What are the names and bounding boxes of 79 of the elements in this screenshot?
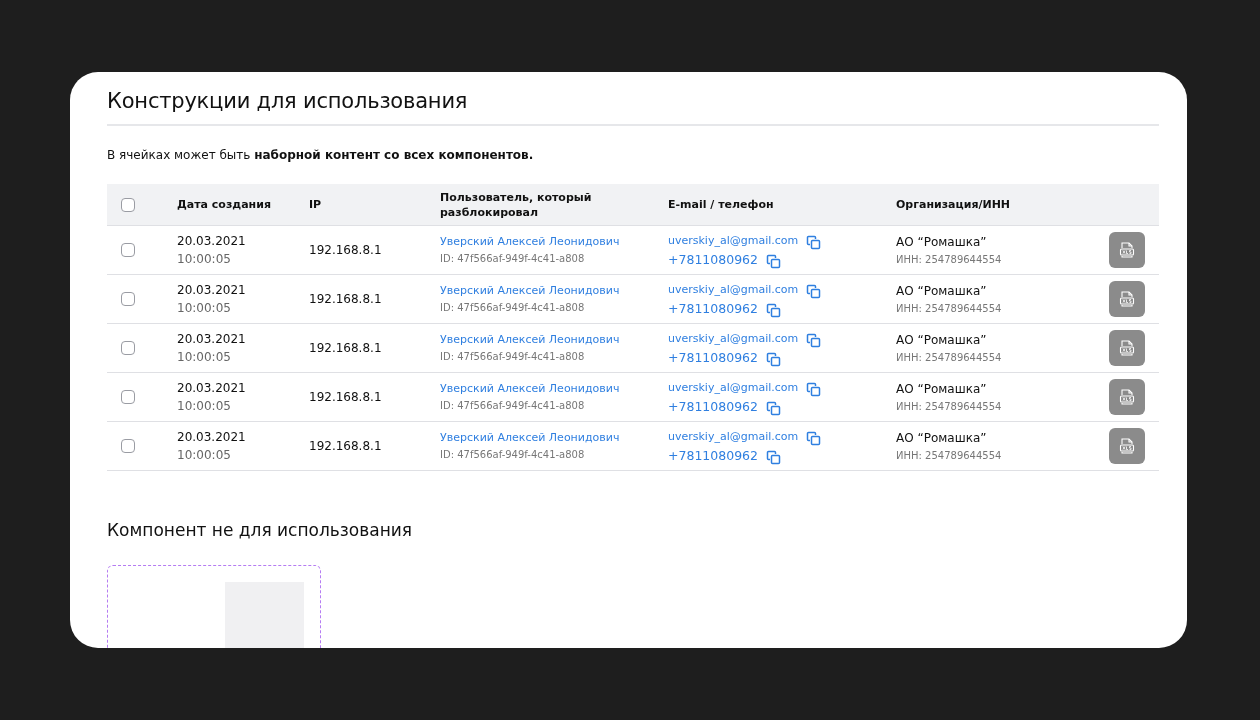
section-title: Компонент не для использования	[107, 519, 414, 541]
inn-text: ИНН: 254789644554	[896, 301, 1002, 316]
export-xls-button[interactable]	[1109, 379, 1145, 415]
copy-icon[interactable]	[806, 332, 822, 348]
column-header: Пользователь, который разблокировал	[440, 189, 593, 220]
checkbox[interactable]	[121, 439, 135, 453]
time-text: 10:00:05	[177, 299, 231, 317]
user-id-text: ID: 47f566af-949f-4c41-a808	[440, 252, 585, 266]
email-link[interactable]: uverskiy_al@gmail.com	[668, 330, 799, 347]
xls-file-icon	[1118, 339, 1136, 357]
checkbox[interactable]	[121, 197, 135, 212]
email-link[interactable]: uverskiy_al@gmail.com	[668, 428, 799, 445]
xls-file-icon	[1118, 290, 1136, 308]
phone-link[interactable]: +7811080962	[668, 251, 758, 268]
phone-link[interactable]: +7811080962	[668, 349, 758, 366]
time-text: 10:00:05	[177, 446, 231, 464]
time-text: 10:00:05	[177, 348, 231, 366]
ip-text: 192.168.8.1	[309, 290, 382, 308]
inn-text: ИНН: 254789644554	[896, 399, 1002, 414]
inn-text: ИНН: 254789644554	[896, 448, 1002, 463]
column-header: E-mail / телефон	[668, 197, 774, 212]
email-link[interactable]: uverskiy_al@gmail.com	[668, 281, 799, 298]
export-xls-button[interactable]	[1109, 330, 1145, 366]
user-link[interactable]: Уверский Алексей Леонидович	[440, 283, 620, 299]
ip-text: 192.168.8.1	[309, 437, 382, 455]
date-text: 20.03.2021	[177, 428, 246, 446]
date-text: 20.03.2021	[177, 379, 246, 397]
time-text: 10:00:05	[177, 397, 231, 415]
organization-text: АО “Ромашка”	[896, 380, 987, 398]
column-header: Дата создания	[177, 197, 271, 212]
copy-icon[interactable]	[766, 351, 781, 367]
column-header: IP	[309, 197, 322, 212]
organization-text: АО “Ромашка”	[896, 233, 987, 251]
user-id-text: ID: 47f566af-949f-4c41-a808	[440, 301, 585, 315]
ip-text: 192.168.8.1	[309, 388, 382, 406]
copy-icon[interactable]	[766, 400, 781, 416]
copy-icon[interactable]	[806, 430, 822, 446]
copy-icon[interactable]	[806, 234, 822, 250]
date-text: 20.03.2021	[177, 281, 246, 299]
time-text: 10:00:05	[177, 250, 231, 268]
xls-file-icon	[1118, 241, 1136, 259]
copy-icon[interactable]	[806, 283, 822, 299]
organization-text: АО “Ромашка”	[896, 331, 987, 349]
export-xls-button[interactable]	[1109, 232, 1145, 268]
xls-file-icon	[1118, 437, 1136, 455]
user-link[interactable]: Уверский Алексей Леонидович	[440, 234, 620, 250]
column-header: Организация/ИНН	[896, 197, 1011, 212]
inn-text: ИНН: 254789644554	[896, 350, 1002, 365]
date-text: 20.03.2021	[177, 330, 246, 348]
phone-link[interactable]: +7811080962	[668, 398, 758, 415]
copy-icon[interactable]	[766, 253, 781, 269]
ip-text: 192.168.8.1	[309, 339, 382, 357]
copy-icon[interactable]	[766, 302, 781, 318]
xls-file-icon	[1118, 388, 1136, 406]
email-link[interactable]: uverskiy_al@gmail.com	[668, 232, 799, 249]
export-xls-button[interactable]	[1109, 281, 1145, 317]
phone-link[interactable]: +7811080962	[668, 300, 758, 317]
organization-text: АО “Ромашка”	[896, 282, 987, 300]
user-id-text: ID: 47f566af-949f-4c41-a808	[440, 399, 585, 413]
date-text: 20.03.2021	[177, 232, 246, 250]
user-id-text: ID: 47f566af-949f-4c41-a808	[440, 448, 585, 462]
organization-text: АО “Ромашка”	[896, 429, 987, 447]
user-link[interactable]: Уверский Алексей Леонидович	[440, 381, 620, 397]
copy-icon[interactable]	[806, 381, 822, 397]
description-text: В ячейках может быть наборной контент со всех компонентов.	[107, 147, 535, 164]
checkbox[interactable]	[121, 243, 135, 257]
user-link[interactable]: Уверский Алексей Леонидович	[440, 430, 620, 446]
phone-link[interactable]: +7811080962	[668, 447, 758, 464]
ip-text: 192.168.8.1	[309, 241, 382, 259]
email-link[interactable]: uverskiy_al@gmail.com	[668, 379, 799, 396]
export-xls-button[interactable]	[1109, 428, 1145, 464]
checkbox[interactable]	[121, 390, 135, 404]
user-id-text: ID: 47f566af-949f-4c41-a808	[440, 350, 585, 364]
inn-text: ИНН: 254789644554	[896, 252, 1002, 267]
user-link[interactable]: Уверский Алексей Леонидович	[440, 332, 620, 348]
checkbox[interactable]	[121, 341, 135, 355]
copy-icon[interactable]	[766, 449, 781, 465]
page-title: Конструкции для использования	[107, 72, 1159, 126]
checkbox[interactable]	[121, 292, 135, 306]
